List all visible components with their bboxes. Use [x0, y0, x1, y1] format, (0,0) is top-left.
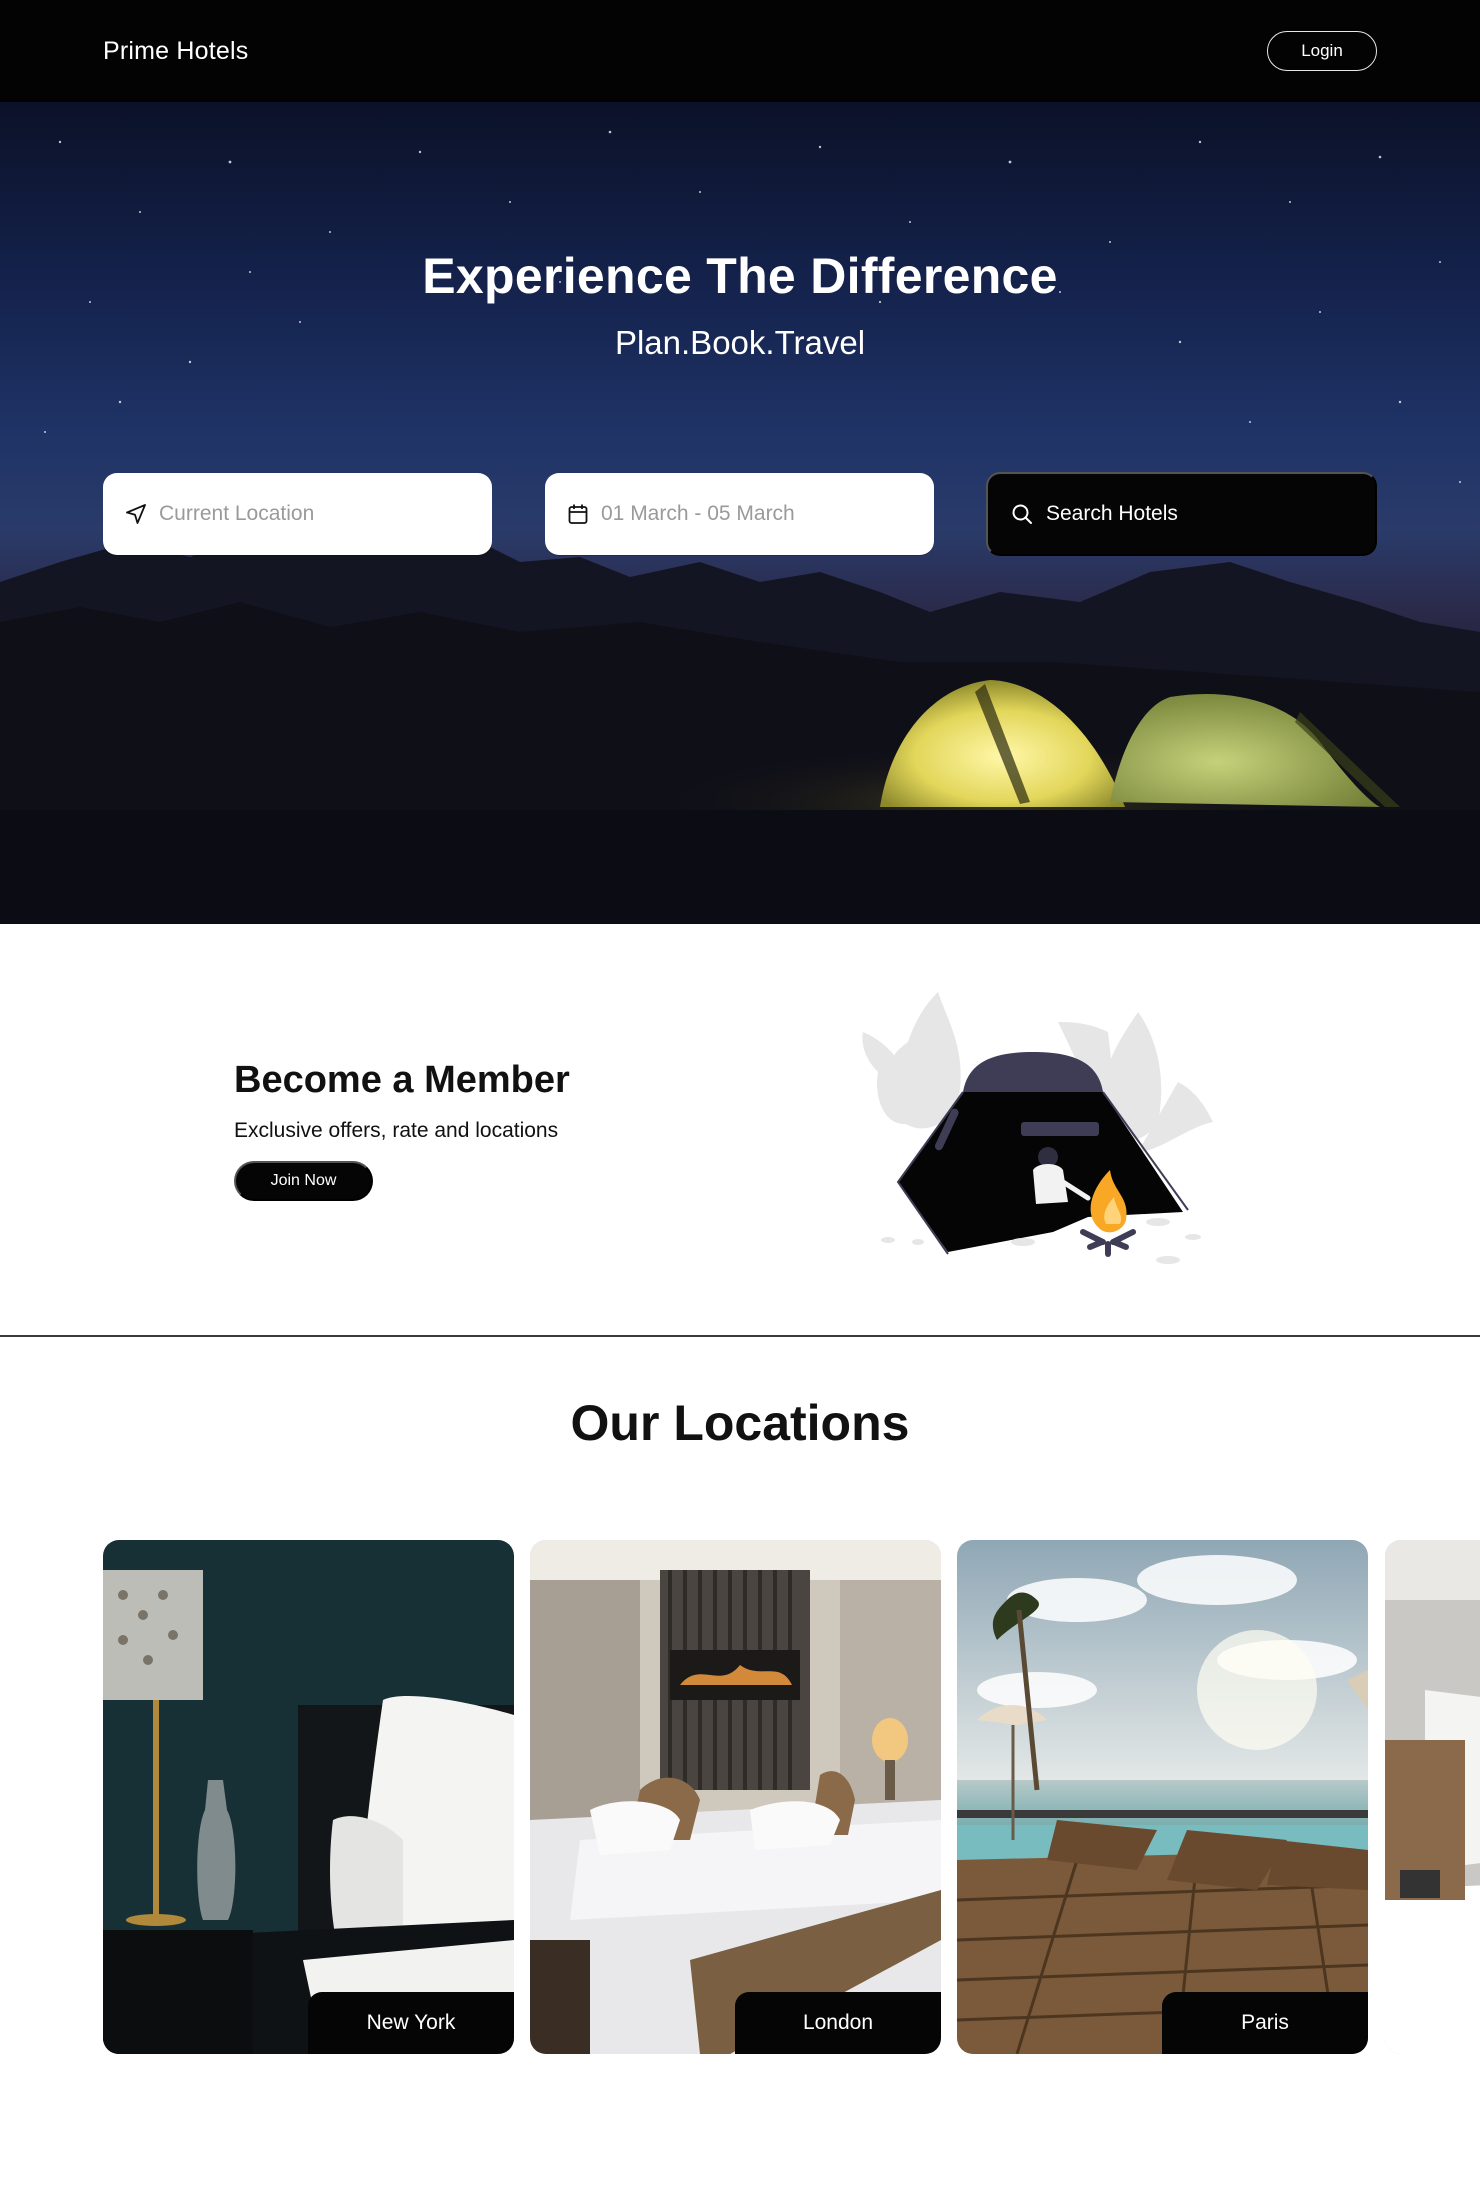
navigation-arrow-icon [123, 501, 149, 527]
search-hotels-button[interactable]: Search Hotels [986, 472, 1377, 556]
location-input[interactable] [159, 502, 459, 526]
location-card-label: New York [308, 1992, 514, 2054]
membership-title: Become a Member [234, 1059, 570, 1101]
brand-logo[interactable]: Prime Hotels [103, 37, 249, 66]
login-button[interactable]: Login [1267, 31, 1377, 71]
location-field[interactable] [103, 473, 492, 555]
location-card-london[interactable]: London [530, 1540, 941, 2054]
hero-subtitle: Plan.Book.Travel [614, 324, 866, 361]
date-field[interactable] [545, 473, 934, 555]
locations-carousel[interactable]: New York London Paris [0, 1540, 1480, 2056]
camping-illustration [862, 992, 1213, 1264]
location-card-label: Paris [1162, 1992, 1368, 2054]
new-york-hotel-photo [103, 1540, 514, 2054]
paris-hotel-photo [957, 1540, 1368, 2054]
section-divider [0, 1335, 1480, 1337]
search-icon [1010, 501, 1036, 527]
london-hotel-photo [530, 1540, 941, 2054]
membership-subtitle: Exclusive offers, rate and locations [234, 1119, 559, 1142]
join-now-button[interactable]: Join Now [234, 1161, 373, 1201]
membership-section: Become a Member Exclusive offers, rate a… [0, 924, 1480, 1336]
date-input[interactable] [601, 502, 901, 526]
location-card-label: London [735, 1992, 941, 2054]
hero-section: Experience The Difference Plan.Book.Trav… [0, 102, 1480, 924]
hero-title: Experience The Difference [422, 248, 1058, 304]
location-card-partial[interactable] [1385, 1540, 1480, 2054]
calendar-icon [565, 501, 591, 527]
search-hotels-label: Search Hotels [1046, 502, 1178, 525]
location-card-paris[interactable]: Paris [957, 1540, 1368, 2054]
top-navbar: Prime Hotels Login [0, 0, 1480, 102]
hotel-photo-partial [1385, 1540, 1480, 2054]
locations-title: Our Locations [570, 1395, 910, 1451]
location-card-new-york[interactable]: New York [103, 1540, 514, 2054]
